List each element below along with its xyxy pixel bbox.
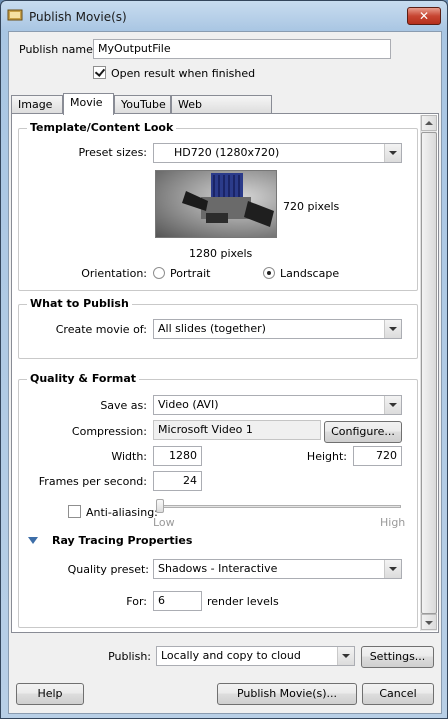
- arrow-down-icon: [425, 621, 433, 625]
- preset-sizes-select[interactable]: HD720 (1280x720): [153, 143, 402, 163]
- engine-preview-image: [182, 173, 274, 227]
- anti-aliasing-label: Anti-aliasing:: [86, 506, 158, 519]
- dialog-body: Publish name: MyOutputFile Open result w…: [8, 31, 442, 714]
- app-icon: [7, 9, 23, 21]
- open-result-label: Open result when finished: [111, 67, 256, 80]
- render-levels-label: render levels: [207, 595, 279, 608]
- collapse-triangle-icon[interactable]: [28, 537, 38, 545]
- window-title: Publish Movie(s): [29, 10, 127, 24]
- chevron-down-icon[interactable]: [337, 647, 354, 665]
- publish-label: Publish:: [108, 650, 151, 663]
- chevron-down-icon[interactable]: [384, 144, 401, 162]
- help-button[interactable]: Help: [16, 683, 84, 705]
- preview-width-label: 1280 pixels: [189, 247, 253, 260]
- tab-youtube[interactable]: YouTube: [114, 95, 171, 114]
- quality-preset-label: Quality preset:: [67, 563, 149, 576]
- tab-movie[interactable]: Movie: [63, 93, 114, 115]
- save-as-value: Video (AVI): [158, 398, 219, 411]
- width-label: Width:: [111, 450, 147, 463]
- save-as-select[interactable]: Video (AVI): [153, 395, 402, 415]
- preset-sizes-value: HD720 (1280x720): [174, 146, 280, 159]
- slider-low-label: Low: [153, 516, 175, 529]
- publish-name-input[interactable]: MyOutputFile: [93, 39, 391, 59]
- publish-movies-button[interactable]: Publish Movie(s)...: [217, 683, 357, 705]
- portrait-label: Portrait: [170, 267, 211, 280]
- height-label: Height:: [306, 450, 347, 463]
- create-movie-label: Create movie of:: [55, 323, 147, 336]
- ray-tracing-title: Ray Tracing Properties: [52, 534, 193, 547]
- template-group: Template/Content Look Preset sizes: HD72…: [18, 121, 418, 291]
- create-movie-select[interactable]: All slides (together): [153, 319, 402, 339]
- preset-sizes-label: Preset sizes:: [78, 146, 147, 159]
- publish-destination-value: Locally and copy to cloud: [161, 649, 301, 662]
- landscape-radio[interactable]: [263, 267, 275, 279]
- what-to-publish-group: What to Publish Create movie of: All sli…: [18, 297, 418, 359]
- portrait-radio[interactable]: [153, 267, 165, 279]
- for-label: For:: [126, 595, 147, 608]
- arrow-up-icon: [425, 121, 433, 125]
- scroll-up-button[interactable]: [421, 115, 437, 131]
- quality-format-group: Quality & Format Save as: Video (AVI) Co…: [18, 372, 418, 628]
- fps-input[interactable]: 24: [153, 471, 202, 491]
- publish-destination-select[interactable]: Locally and copy to cloud: [156, 646, 355, 666]
- movie-tab-panel: Template/Content Look Preset sizes: HD72…: [11, 113, 439, 633]
- anti-aliasing-slider-track: [157, 505, 401, 508]
- width-input[interactable]: 1280: [153, 446, 202, 466]
- scroll-down-button[interactable]: [421, 614, 437, 630]
- cancel-button[interactable]: Cancel: [362, 683, 434, 705]
- close-button[interactable]: ✕: [407, 7, 441, 25]
- fps-label: Frames per second:: [38, 475, 147, 488]
- preview-height-label: 720 pixels: [283, 200, 340, 213]
- compression-label: Compression:: [71, 425, 147, 438]
- publish-movies-dialog: Publish Movie(s) ✕ Publish name: MyOutpu…: [0, 0, 448, 719]
- tab-web-presentation[interactable]: Web Presentation: [171, 95, 272, 128]
- height-input[interactable]: 720: [353, 446, 402, 466]
- quality-preset-value: Shadows - Interactive: [158, 562, 278, 575]
- anti-aliasing-checkbox[interactable]: [68, 505, 81, 518]
- preview-thumbnail: [155, 170, 277, 238]
- scroll-thumb[interactable]: [421, 132, 437, 614]
- compression-field: Microsoft Video 1: [153, 420, 321, 440]
- create-movie-value: All slides (together): [158, 322, 266, 335]
- title-bar[interactable]: Publish Movie(s) ✕: [1, 1, 447, 31]
- tab-image[interactable]: Image: [11, 95, 63, 114]
- quality-preset-select[interactable]: Shadows - Interactive: [153, 559, 402, 579]
- chevron-down-icon[interactable]: [384, 396, 401, 414]
- publish-settings-button[interactable]: Settings...: [361, 646, 434, 668]
- chevron-down-icon[interactable]: [384, 320, 401, 338]
- configure-button[interactable]: Configure...: [324, 421, 402, 443]
- vertical-scrollbar[interactable]: [420, 115, 437, 631]
- template-group-title: Template/Content Look: [27, 121, 177, 134]
- settings-scroll-area: Template/Content Look Preset sizes: HD72…: [18, 121, 419, 628]
- landscape-label: Landscape: [280, 267, 340, 280]
- slider-high-label: High: [380, 516, 406, 529]
- save-as-label: Save as:: [100, 399, 147, 412]
- render-levels-input[interactable]: 6: [153, 591, 202, 611]
- publish-name-label: Publish name:: [19, 43, 97, 56]
- chevron-down-icon[interactable]: [384, 560, 401, 578]
- what-to-publish-title: What to Publish: [27, 297, 132, 310]
- anti-aliasing-slider-thumb[interactable]: [156, 499, 164, 513]
- orientation-label: Orientation:: [81, 267, 147, 280]
- open-result-checkbox[interactable]: [93, 66, 106, 79]
- quality-format-title: Quality & Format: [27, 372, 140, 385]
